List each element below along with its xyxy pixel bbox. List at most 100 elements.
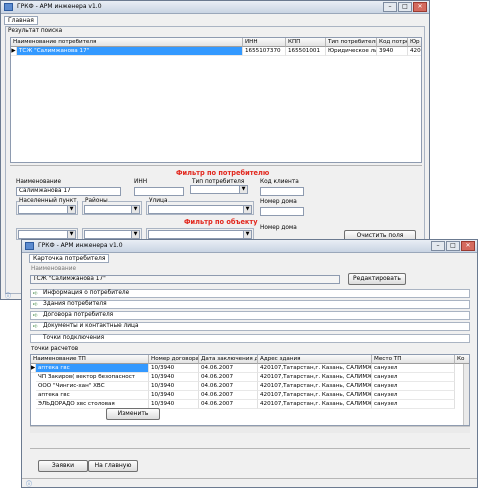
street-select[interactable]: ▼ — [148, 205, 252, 214]
cell-date: 04.06.2007 — [199, 391, 258, 400]
maximize-button[interactable]: □ — [398, 2, 412, 12]
name-label: Наименование — [31, 266, 77, 272]
separator-line — [30, 448, 470, 449]
splitter[interactable] — [10, 165, 422, 168]
cell-address: 420107,Татарстан,г. Казань, САЛИМЖАНОВ — [258, 382, 372, 391]
window-title: ГРКФ - АРМ инженера v1.0 — [38, 242, 123, 249]
points-table[interactable]: Наименование ТП Номер договора Дата закл… — [30, 354, 470, 426]
object-street-select[interactable]: ▼ — [148, 230, 252, 239]
status-bar: ⓘ — [22, 478, 477, 488]
requests-button[interactable]: Заявки — [38, 460, 88, 472]
column-header-place[interactable]: Место ТП — [372, 355, 455, 364]
row-indicator-icon: ▶ — [31, 364, 36, 373]
column-header-contract[interactable]: Номер договора — [149, 355, 199, 364]
column-header-inn[interactable]: ИНН — [243, 38, 286, 47]
cell-contract: 10/3940 — [149, 364, 199, 373]
cell-address: 420107,Татарстан,г. Казань, САЛИМЖАНОВ — [258, 373, 372, 382]
cell-kpp: 165501001 — [286, 47, 326, 56]
section-consumer-info[interactable]: ➪ Информация о потребителе — [30, 289, 470, 298]
change-button[interactable]: Изменить — [106, 408, 160, 420]
vertical-scrollbar[interactable] — [463, 364, 469, 425]
minimize-button[interactable]: – — [431, 241, 445, 251]
home-button[interactable]: На главную — [88, 460, 138, 472]
object-district-select[interactable]: ▼ — [84, 230, 140, 239]
minimize-button[interactable]: – — [383, 2, 397, 12]
app-icon — [25, 242, 34, 250]
chevron-down-icon: ▼ — [131, 231, 139, 238]
table-row[interactable]: ООО "Чингис-хан" ХВС 10/3940 04.06.2007 420… — [31, 382, 463, 391]
app-icon — [4, 3, 13, 11]
inn-label: ИНН — [134, 179, 148, 185]
expand-arrow-icon: ➪ — [33, 301, 39, 308]
house-field[interactable] — [260, 207, 304, 216]
chevron-down-icon: ▼ — [243, 231, 251, 238]
close-button[interactable]: ✕ — [461, 241, 475, 251]
cell-date: 04.06.2007 — [199, 373, 258, 382]
cell-place: санузел — [372, 391, 455, 400]
cell-contract: 10/3940 — [149, 373, 199, 382]
type-select[interactable]: ▼ — [190, 185, 248, 194]
name-label: Наименование — [16, 179, 62, 185]
table-row[interactable]: ▶ ТСЖ "Салимжанова 17" 1655107370 165501… — [11, 47, 421, 56]
cell-place: санузел — [372, 400, 455, 409]
cell-tp-name: аптека гвс — [36, 364, 149, 373]
table-row[interactable]: аптека гвс 10/3940 04.06.2007 420107,Татарс… — [31, 391, 463, 400]
column-header-extra[interactable]: Ко — [455, 355, 469, 364]
inn-field[interactable] — [134, 187, 184, 196]
table-row[interactable]: ЭЛЬДОРАДО хвс столовая 10/3940 04.06.2007 4… — [31, 400, 463, 409]
consumer-card-window: ГРКФ - АРМ инженера v1.0 – □ ✕ Карточка … — [21, 239, 478, 488]
cell-name: ТСЖ "Салимжанова 17" — [17, 47, 243, 56]
chevron-down-icon: ▼ — [67, 206, 75, 213]
horizontal-scrollbar[interactable] — [30, 426, 470, 433]
info-icon: ⓘ — [26, 481, 33, 488]
name-field[interactable]: Салимжанова 17 — [16, 187, 121, 196]
district-select[interactable]: ▼ — [84, 205, 140, 214]
section-buildings[interactable]: ➪ Здания потребителя — [30, 300, 470, 309]
object-city-select[interactable]: ▼ — [18, 230, 76, 239]
column-header-extra[interactable]: Юр — [408, 38, 421, 47]
cell-date: 04.06.2007 — [199, 382, 258, 391]
tab-main[interactable]: Главная — [4, 16, 38, 25]
house-label-2: Номер дома — [260, 225, 297, 231]
chevron-down-icon: ▼ — [239, 186, 247, 193]
section-documents[interactable]: ➪ Документы и контактные лица — [30, 322, 470, 331]
table-row[interactable]: аптека гвс 10/3940 04.06.2007 420107,Татарс… — [31, 364, 463, 373]
column-header-kpp[interactable]: КПП — [286, 38, 326, 47]
close-button[interactable]: ✕ — [413, 2, 427, 12]
code-field[interactable] — [260, 187, 304, 196]
cell-type: Юридическое лицо — [326, 47, 377, 56]
maximize-button[interactable]: □ — [446, 241, 460, 251]
results-label: Результат поиска — [8, 28, 63, 34]
column-header-code[interactable]: Код потребит — [377, 38, 408, 47]
consumer-name-field[interactable]: ТСЖ "Салимжанова 17" — [30, 275, 340, 284]
section-connection-points[interactable]: Точки подключения — [30, 334, 470, 343]
column-header-address[interactable]: Адрес здания — [258, 355, 372, 364]
window-title: ГРКФ - АРМ инженера v1.0 — [17, 3, 102, 10]
points-label: точки расчетов — [31, 346, 79, 352]
status-icon: ⓘ — [5, 293, 12, 300]
cell-code: 3940 — [377, 47, 408, 56]
edit-button[interactable]: Редактировать — [348, 273, 406, 285]
table-row[interactable]: ЧП Закиров( вектор безопасност 10/3940 04.… — [31, 373, 463, 382]
column-header-type[interactable]: Тип потребителя — [326, 38, 377, 47]
cell-tp-name: ООО "Чингис-хан" ХВС — [36, 382, 149, 391]
filter-object-title: Фильтр по объекту — [184, 218, 258, 226]
chevron-down-icon: ▼ — [67, 231, 75, 238]
column-header-name[interactable]: Наименование потребителя — [11, 38, 243, 47]
expand-arrow-icon: ➪ — [33, 290, 39, 297]
cell-contract: 10/3940 — [149, 382, 199, 391]
tab-consumer-card[interactable]: Карточка потребителя — [29, 254, 110, 263]
column-header-tp-name[interactable]: Наименование ТП — [31, 355, 149, 364]
results-table[interactable]: Наименование потребителя ИНН КПП Тип пот… — [10, 37, 422, 163]
cell-place: санузел — [372, 373, 455, 382]
city-label: Населенный пункт — [19, 198, 77, 204]
chevron-down-icon: ▼ — [243, 206, 251, 213]
column-header-date[interactable]: Дата заключения до — [199, 355, 258, 364]
city-select[interactable]: ▼ — [18, 205, 76, 214]
section-contracts[interactable]: ➪ Договора потребителя — [30, 311, 470, 320]
cell-address: 420107,Татарстан,г. Казань, САЛИМЖАНОВ — [258, 364, 372, 373]
house-label: Номер дома — [260, 199, 297, 205]
cell-address: 420107,Татарстан,г. Казань, САЛИМЖАНОВ — [258, 400, 372, 409]
expand-arrow-icon: ➪ — [33, 312, 39, 319]
cell-date: 04.06.2007 — [199, 400, 258, 409]
